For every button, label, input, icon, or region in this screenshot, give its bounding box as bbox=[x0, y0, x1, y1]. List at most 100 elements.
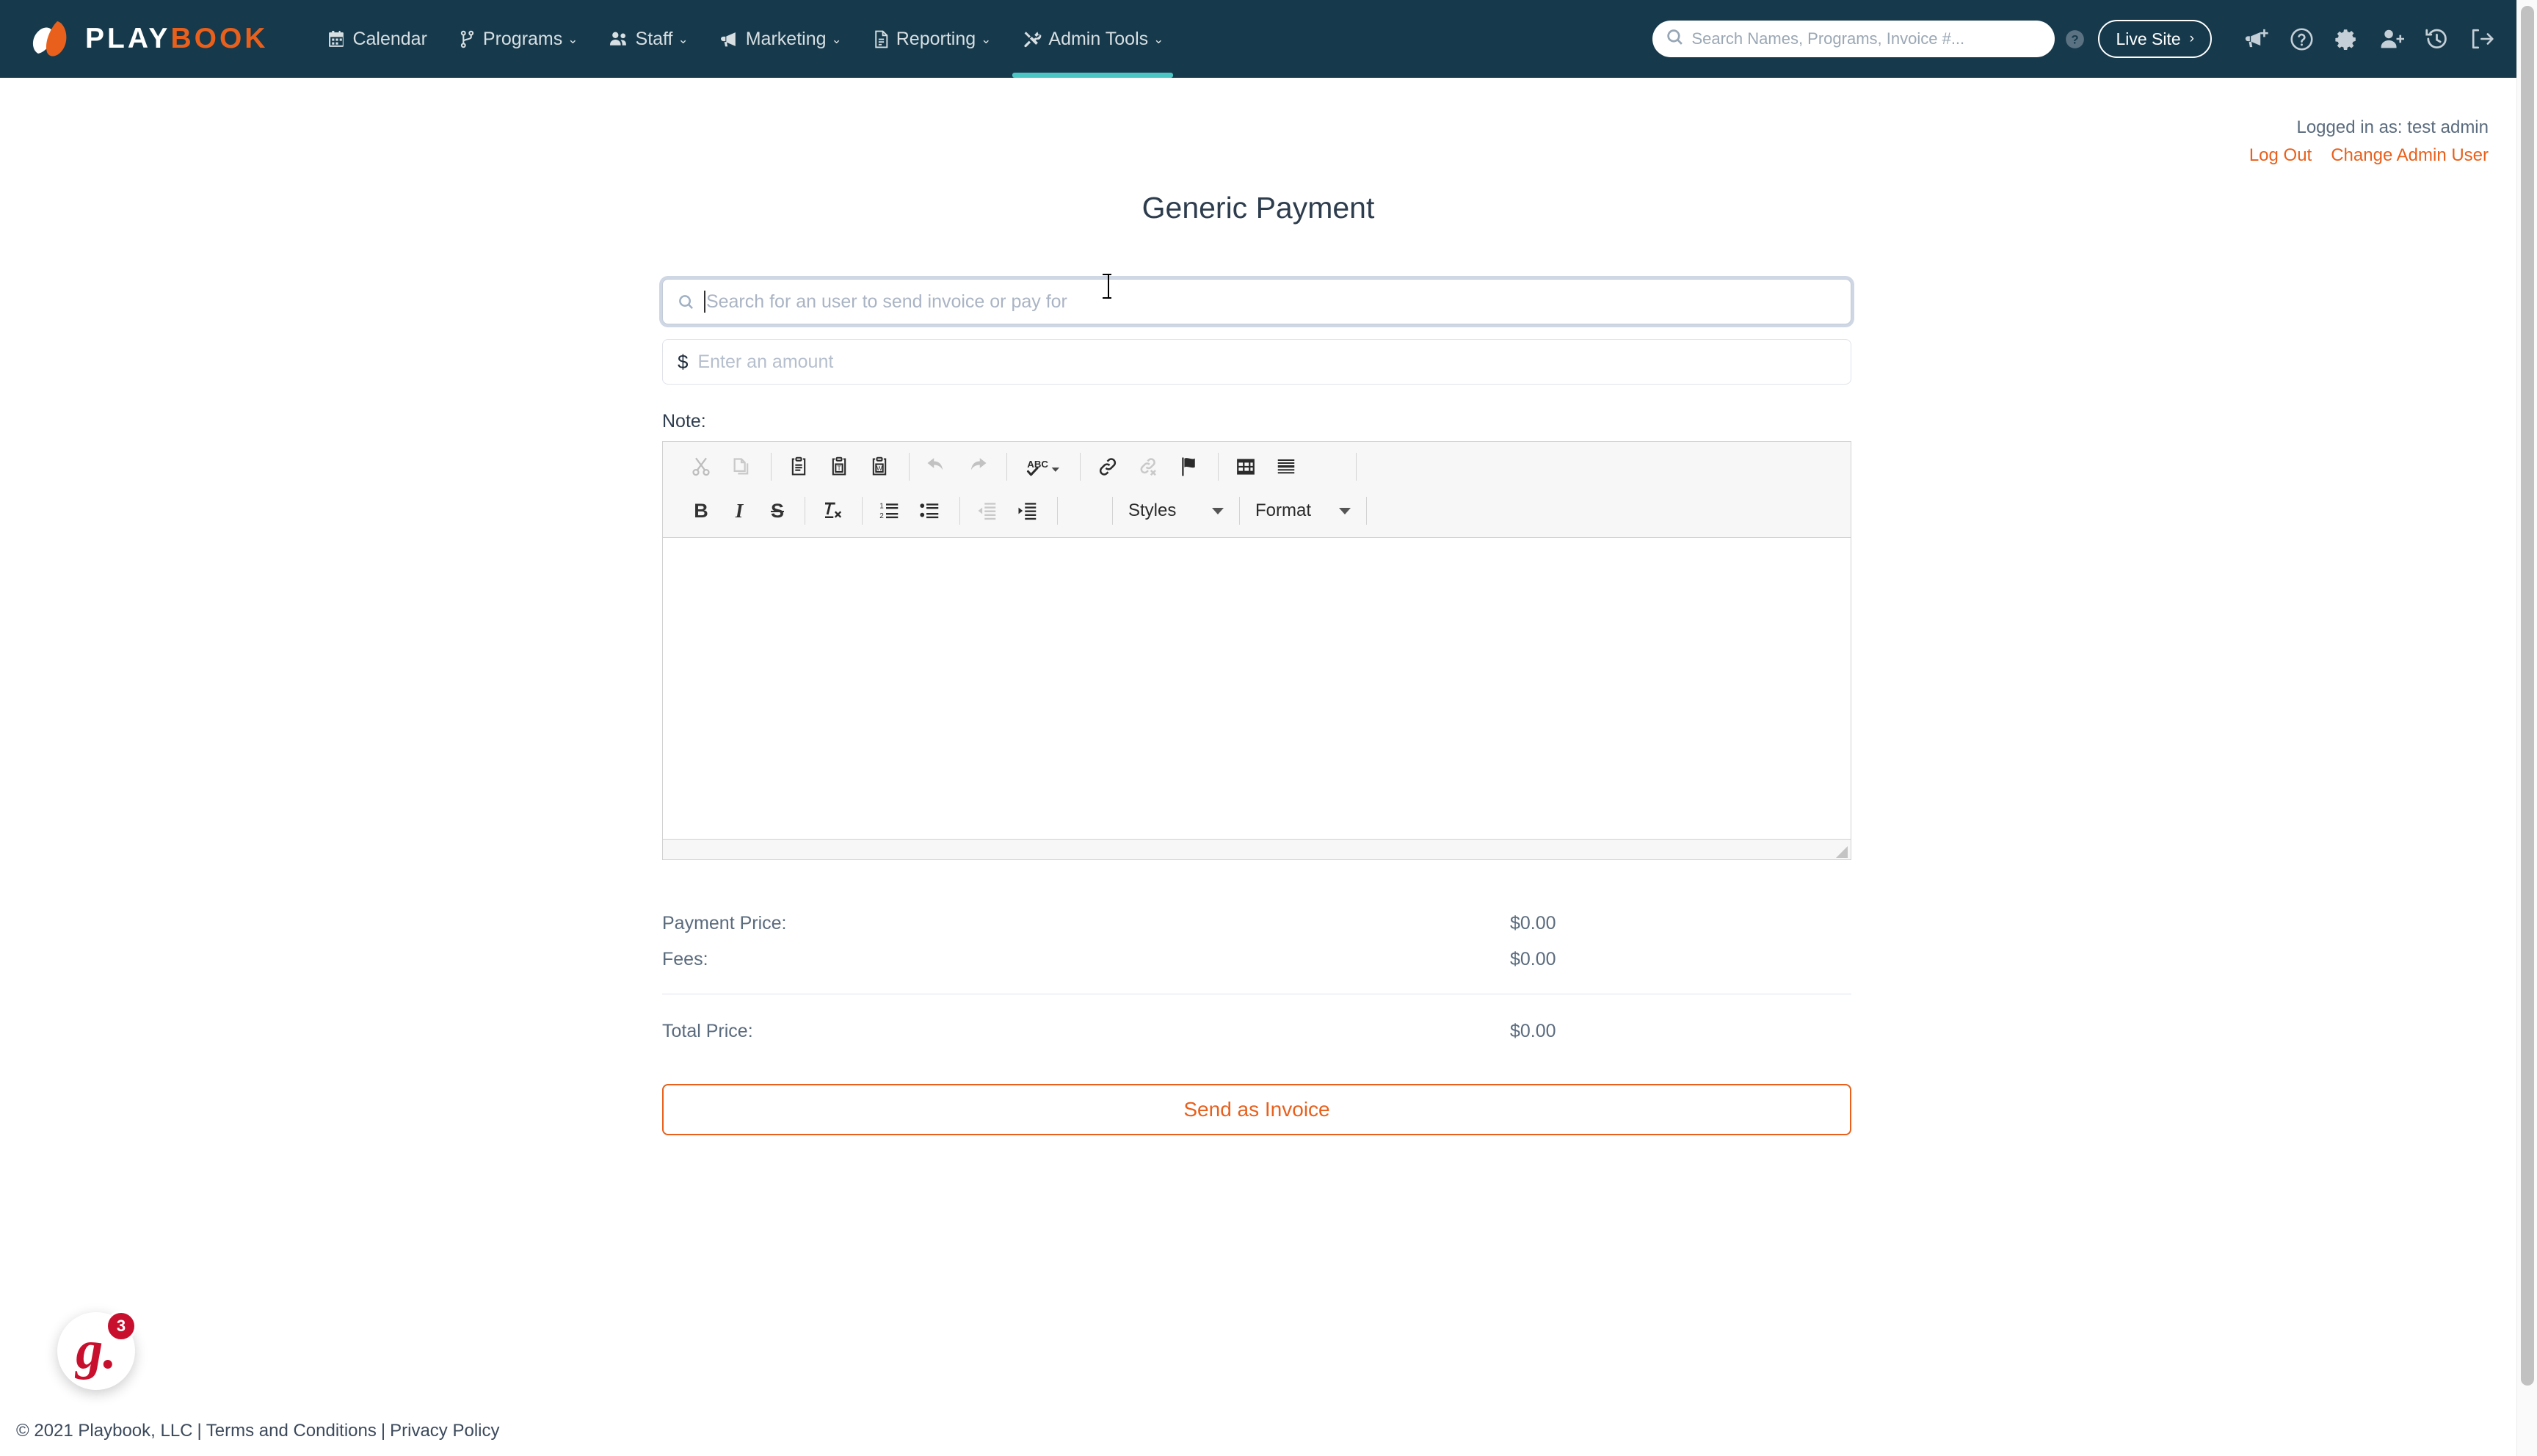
editor-content-area[interactable] bbox=[663, 538, 1851, 839]
summary-row-total: Total Price: $0.00 bbox=[662, 1013, 1851, 1049]
table-icon[interactable] bbox=[1227, 448, 1265, 485]
summary-row-payment-price: Payment Price: $0.00 bbox=[662, 906, 1851, 942]
anchor-flag-icon[interactable] bbox=[1169, 448, 1208, 485]
nav-item-label: Calendar bbox=[352, 28, 427, 49]
undo-icon[interactable] bbox=[918, 448, 956, 485]
editor-footer bbox=[663, 839, 1851, 859]
svg-text:1: 1 bbox=[879, 502, 884, 510]
chevron-right-icon: › bbox=[2189, 31, 2194, 46]
toolbar-separator bbox=[1057, 497, 1058, 525]
unlink-icon[interactable] bbox=[1129, 448, 1167, 485]
history-icon[interactable] bbox=[2425, 27, 2449, 51]
global-search-box[interactable] bbox=[1652, 21, 2055, 57]
amount-field[interactable]: $ bbox=[662, 339, 1851, 385]
nav-item-label: Reporting bbox=[896, 28, 976, 49]
help-circle-icon[interactable] bbox=[2290, 27, 2314, 51]
paste-from-word-icon[interactable]: W bbox=[860, 448, 899, 485]
blockquote-icon[interactable] bbox=[1066, 492, 1104, 529]
page-title: Generic Payment bbox=[1142, 191, 1375, 225]
nav-item-reporting[interactable]: Reporting ⌄ bbox=[857, 0, 1007, 78]
cut-icon[interactable] bbox=[682, 448, 720, 485]
logo-text-book: BOOK bbox=[170, 23, 269, 54]
nav-item-marketing[interactable]: Marketing ⌄ bbox=[704, 0, 857, 78]
chevron-down-icon bbox=[1212, 507, 1224, 514]
bulleted-list-icon[interactable] bbox=[911, 492, 949, 529]
logout-icon[interactable] bbox=[2469, 27, 2494, 51]
editor-resize-handle[interactable] bbox=[1836, 846, 1848, 858]
toolbar-separator bbox=[1366, 497, 1367, 525]
paste-as-text-icon[interactable]: T bbox=[820, 448, 858, 485]
change-admin-user-link[interactable]: Change Admin User bbox=[2331, 145, 2489, 165]
global-search-input[interactable] bbox=[1691, 29, 2042, 48]
bold-icon[interactable]: B bbox=[682, 492, 720, 529]
chevron-down-icon: ⌄ bbox=[678, 32, 689, 46]
logged-in-as-label: Logged in as: test admin bbox=[2296, 117, 2489, 137]
users-icon bbox=[609, 30, 629, 48]
styles-dropdown-label: Styles bbox=[1128, 500, 1177, 520]
summary-label: Payment Price: bbox=[662, 913, 787, 933]
format-dropdown[interactable]: Format bbox=[1248, 492, 1358, 529]
remove-format-icon[interactable] bbox=[813, 492, 852, 529]
log-out-link[interactable]: Log Out bbox=[2249, 145, 2312, 165]
toolbar-separator bbox=[771, 453, 772, 481]
live-site-button[interactable]: Live Site › bbox=[2098, 20, 2212, 58]
link-icon[interactable] bbox=[1089, 448, 1127, 485]
nav-action-icons bbox=[2244, 27, 2494, 51]
strikethrough-icon[interactable]: S bbox=[758, 492, 796, 529]
spellcheck-icon[interactable]: ABC bbox=[1015, 448, 1070, 485]
footer-separator: | bbox=[380, 1421, 386, 1441]
chevron-down-icon: ⌄ bbox=[981, 32, 992, 46]
nav-item-staff[interactable]: Staff ⌄ bbox=[594, 0, 704, 78]
add-user-icon[interactable] bbox=[2379, 27, 2404, 51]
gear-icon[interactable] bbox=[2334, 27, 2359, 51]
toolbar-separator bbox=[1080, 453, 1081, 481]
chat-support-widget[interactable]: g. 3 bbox=[57, 1311, 137, 1390]
send-as-invoice-button[interactable]: Send as Invoice bbox=[662, 1084, 1851, 1136]
playbook-logo[interactable]: PLAYBOOK bbox=[28, 18, 268, 59]
page-scrollbar-thumb[interactable] bbox=[2521, 6, 2534, 1386]
user-search-field[interactable] bbox=[662, 279, 1851, 324]
nav-item-label: Staff bbox=[635, 28, 673, 49]
horizontal-rule-icon[interactable] bbox=[1267, 448, 1305, 485]
terms-and-conditions-link[interactable]: Terms and Conditions bbox=[206, 1421, 377, 1441]
footer-separator: | bbox=[197, 1421, 202, 1441]
nav-item-calendar[interactable]: Calendar bbox=[312, 0, 442, 78]
nav-item-label: Programs bbox=[482, 28, 563, 49]
svg-text:W: W bbox=[876, 465, 882, 472]
summary-total-value: $0.00 bbox=[1510, 1020, 1556, 1041]
privacy-policy-link[interactable]: Privacy Policy bbox=[390, 1421, 499, 1441]
styles-dropdown[interactable]: Styles bbox=[1121, 492, 1231, 529]
paste-icon[interactable] bbox=[780, 448, 818, 485]
page-footer: © 2021 Playbook, LLC | Terms and Condition… bbox=[16, 1421, 499, 1441]
summary-value: $0.00 bbox=[1510, 913, 1556, 933]
svg-text:?: ? bbox=[2072, 32, 2079, 46]
italic-icon[interactable]: I bbox=[720, 492, 758, 529]
chevron-down-icon bbox=[1339, 507, 1351, 514]
svg-text:2: 2 bbox=[879, 512, 884, 520]
toolbar-separator bbox=[909, 453, 910, 481]
editor-toolbar-row-2: B I S 12 Styles Format bbox=[663, 489, 1851, 533]
nav-item-programs[interactable]: Programs ⌄ bbox=[443, 0, 594, 78]
search-icon bbox=[678, 294, 694, 310]
amount-input[interactable] bbox=[697, 351, 1836, 373]
special-char-icon[interactable] bbox=[1307, 448, 1346, 485]
page-scrollbar[interactable] bbox=[2516, 0, 2537, 1456]
numbered-list-icon[interactable]: 12 bbox=[871, 492, 909, 529]
decrease-indent-icon[interactable] bbox=[968, 492, 1006, 529]
tools-icon bbox=[1022, 30, 1042, 48]
chevron-down-icon: ⌄ bbox=[567, 32, 578, 46]
editor-toolbar: T W ABC B I S 1 2 Styles Format bbox=[663, 442, 1851, 538]
summary-total-label: Total Price: bbox=[662, 1020, 753, 1041]
user-search-input[interactable] bbox=[705, 291, 1836, 313]
megaphone-plus-icon[interactable] bbox=[2244, 27, 2269, 51]
calendar-icon bbox=[327, 30, 346, 48]
chevron-down-icon: ⌄ bbox=[831, 32, 842, 46]
toolbar-separator bbox=[1356, 453, 1357, 481]
chevron-down-icon: ⌄ bbox=[1153, 32, 1164, 46]
logo-text-play: PLAY bbox=[85, 23, 171, 54]
increase-indent-icon[interactable] bbox=[1009, 492, 1047, 529]
copy-icon[interactable] bbox=[722, 448, 761, 485]
nav-item-admin-tools[interactable]: Admin Tools ⌄ bbox=[1006, 0, 1179, 78]
redo-icon[interactable] bbox=[958, 448, 996, 485]
help-circle-icon[interactable]: ? bbox=[2065, 29, 2085, 49]
